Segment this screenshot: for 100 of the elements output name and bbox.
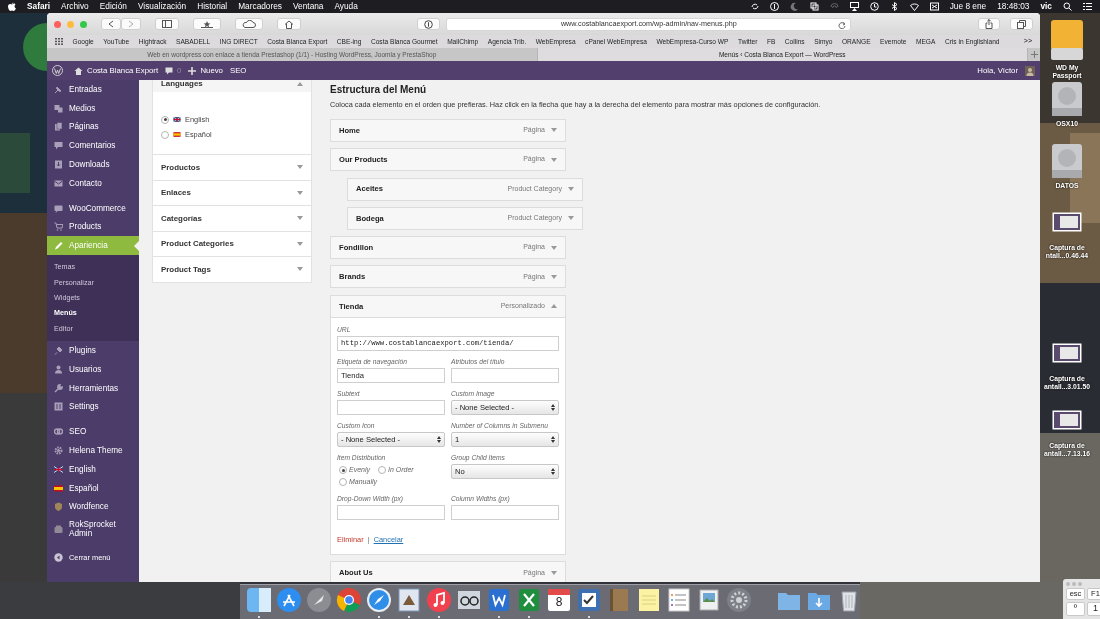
input-field[interactable]: [337, 399, 445, 415]
wifi-icon[interactable]: [909, 2, 919, 11]
sidebar-item[interactable]: Products: [47, 217, 139, 237]
speech-bubble-icon[interactable]: [165, 66, 174, 75]
collapse-icon[interactable]: [54, 553, 63, 563]
sidebar-item[interactable]: English: [47, 459, 139, 479]
sidebar-item[interactable]: Helena Theme: [47, 441, 139, 460]
sidebar-item[interactable]: Páginas: [47, 117, 139, 137]
note-icon[interactable]: [636, 587, 662, 613]
keyhole-icon[interactable]: [424, 19, 434, 29]
sidebar-item[interactable]: WooCommerce: [47, 198, 139, 218]
toggle-caret-icon[interactable]: [551, 304, 557, 309]
apple-menu-icon[interactable]: [8, 2, 16, 11]
back-button[interactable]: [101, 18, 121, 30]
checkbox-icon[interactable]: [576, 587, 602, 613]
sidebar-item[interactable]: Entradas: [47, 80, 139, 99]
star-icon[interactable]: [200, 20, 214, 28]
toggle-caret-icon[interactable]: [297, 241, 303, 246]
share-icon[interactable]: [985, 19, 993, 29]
sidebar-item[interactable]: Plugins: [47, 341, 139, 360]
input-field[interactable]: [337, 505, 445, 520]
input-field[interactable]: [451, 367, 559, 383]
toggle-caret-icon[interactable]: [551, 570, 557, 575]
document-icon[interactable]: [486, 587, 512, 613]
toggle-caret-icon[interactable]: [551, 274, 557, 279]
list-icon[interactable]: [1083, 2, 1092, 11]
sync-icon[interactable]: [749, 2, 759, 11]
sidebar-icon[interactable]: [162, 20, 172, 28]
app-store-icon[interactable]: [276, 587, 302, 613]
toggle-caret-icon[interactable]: [568, 216, 574, 221]
windows-icon[interactable]: [809, 2, 819, 11]
toggle-caret-icon[interactable]: [551, 157, 557, 162]
moon-icon[interactable]: [789, 2, 799, 11]
sidebar-item[interactable]: Comentarios: [47, 136, 139, 156]
up-down-arrows-icon: [551, 403, 555, 411]
bluetooth-icon[interactable]: [889, 2, 899, 11]
sidebar-item[interactable]: Español: [47, 478, 139, 498]
sidebar-item[interactable]: Downloads: [47, 155, 139, 174]
toggle-caret-icon[interactable]: [551, 245, 557, 250]
password-button[interactable]: [417, 18, 441, 30]
keyboard-key[interactable]: º: [1066, 602, 1085, 616]
music-note-icon[interactable]: [426, 587, 452, 613]
toggle-caret-icon[interactable]: [297, 267, 303, 272]
keyboard-key[interactable]: 1: [1087, 602, 1100, 616]
home-icon[interactable]: [284, 19, 294, 29]
toggle-caret-icon[interactable]: [297, 165, 303, 170]
cloud-icon[interactable]: [242, 20, 256, 28]
menu-item[interactable]: Ayuda: [334, 0, 358, 13]
sidebar-item[interactable]: RokSprocket Admin: [47, 516, 139, 543]
cloud-button[interactable]: [235, 18, 263, 30]
sidebar-item[interactable]: SEO: [47, 422, 139, 442]
menu-item[interactable]: Visualización: [137, 0, 187, 13]
finder-icon[interactable]: [246, 587, 272, 613]
airplay-icon[interactable]: [849, 2, 859, 11]
toggle-caret-icon[interactable]: [568, 187, 574, 192]
spreadsheet-icon[interactable]: [516, 587, 542, 613]
home-button[interactable]: [277, 18, 301, 30]
compass-icon[interactable]: [366, 587, 392, 613]
display-icon[interactable]: [929, 2, 939, 11]
stamp-icon[interactable]: [396, 587, 422, 613]
menu-item[interactable]: Archivo: [61, 0, 89, 13]
signal-icon[interactable]: [829, 2, 839, 11]
pages-icon: [54, 122, 63, 132]
date-text[interactable]: Jue 8 ene: [949, 0, 987, 13]
calendar-icon[interactable]: [546, 587, 572, 613]
rocket-icon[interactable]: [306, 587, 332, 613]
sidebar-item[interactable]: Herramientas: [47, 378, 139, 398]
chevron-left-icon[interactable]: [108, 20, 114, 28]
toggle-caret-icon[interactable]: [297, 190, 303, 195]
reload-icon[interactable]: [838, 20, 847, 29]
app-menu[interactable]: Safari: [27, 0, 51, 13]
browser-icon[interactable]: [336, 587, 362, 613]
grid-icon[interactable]: [55, 38, 63, 45]
user-menu[interactable]: vic: [1040, 0, 1052, 13]
sidebar-button[interactable]: [155, 18, 179, 30]
menu-item[interactable]: Ventana: [293, 0, 324, 13]
menu-item[interactable]: Historial: [197, 0, 228, 13]
sidebar-item[interactable]: Usuarios: [47, 359, 139, 379]
avatar-icon[interactable]: [1025, 65, 1035, 76]
toggle-caret-icon[interactable]: [297, 82, 303, 86]
toggle-caret-icon[interactable]: [551, 128, 557, 133]
tabs-button[interactable]: [1010, 18, 1033, 30]
photos-icon[interactable]: [696, 587, 722, 613]
tabs-icon[interactable]: [1017, 19, 1026, 29]
menu-item[interactable]: Edición: [99, 0, 127, 13]
logo-icon[interactable]: [52, 65, 63, 76]
menu-item[interactable]: Marcadores: [238, 0, 282, 13]
toggle-caret-icon[interactable]: [297, 216, 303, 221]
search-icon[interactable]: [1063, 2, 1072, 11]
bookmarks-button[interactable]: [193, 18, 221, 30]
sidebar-item[interactable]: Wordfence: [47, 497, 139, 517]
sidebar-item[interactable]: Contacto: [47, 174, 139, 193]
sidebar-item[interactable]: Settings: [47, 397, 139, 417]
input-field[interactable]: [451, 505, 559, 520]
gear-icon[interactable]: [726, 587, 752, 613]
clock-text[interactable]: 18:48:03: [997, 0, 1030, 13]
clock-icon[interactable]: [869, 2, 879, 11]
share-button[interactable]: [978, 18, 1000, 30]
sidebar-item[interactable]: Medios: [47, 98, 139, 118]
home-icon[interactable]: [74, 66, 83, 75]
